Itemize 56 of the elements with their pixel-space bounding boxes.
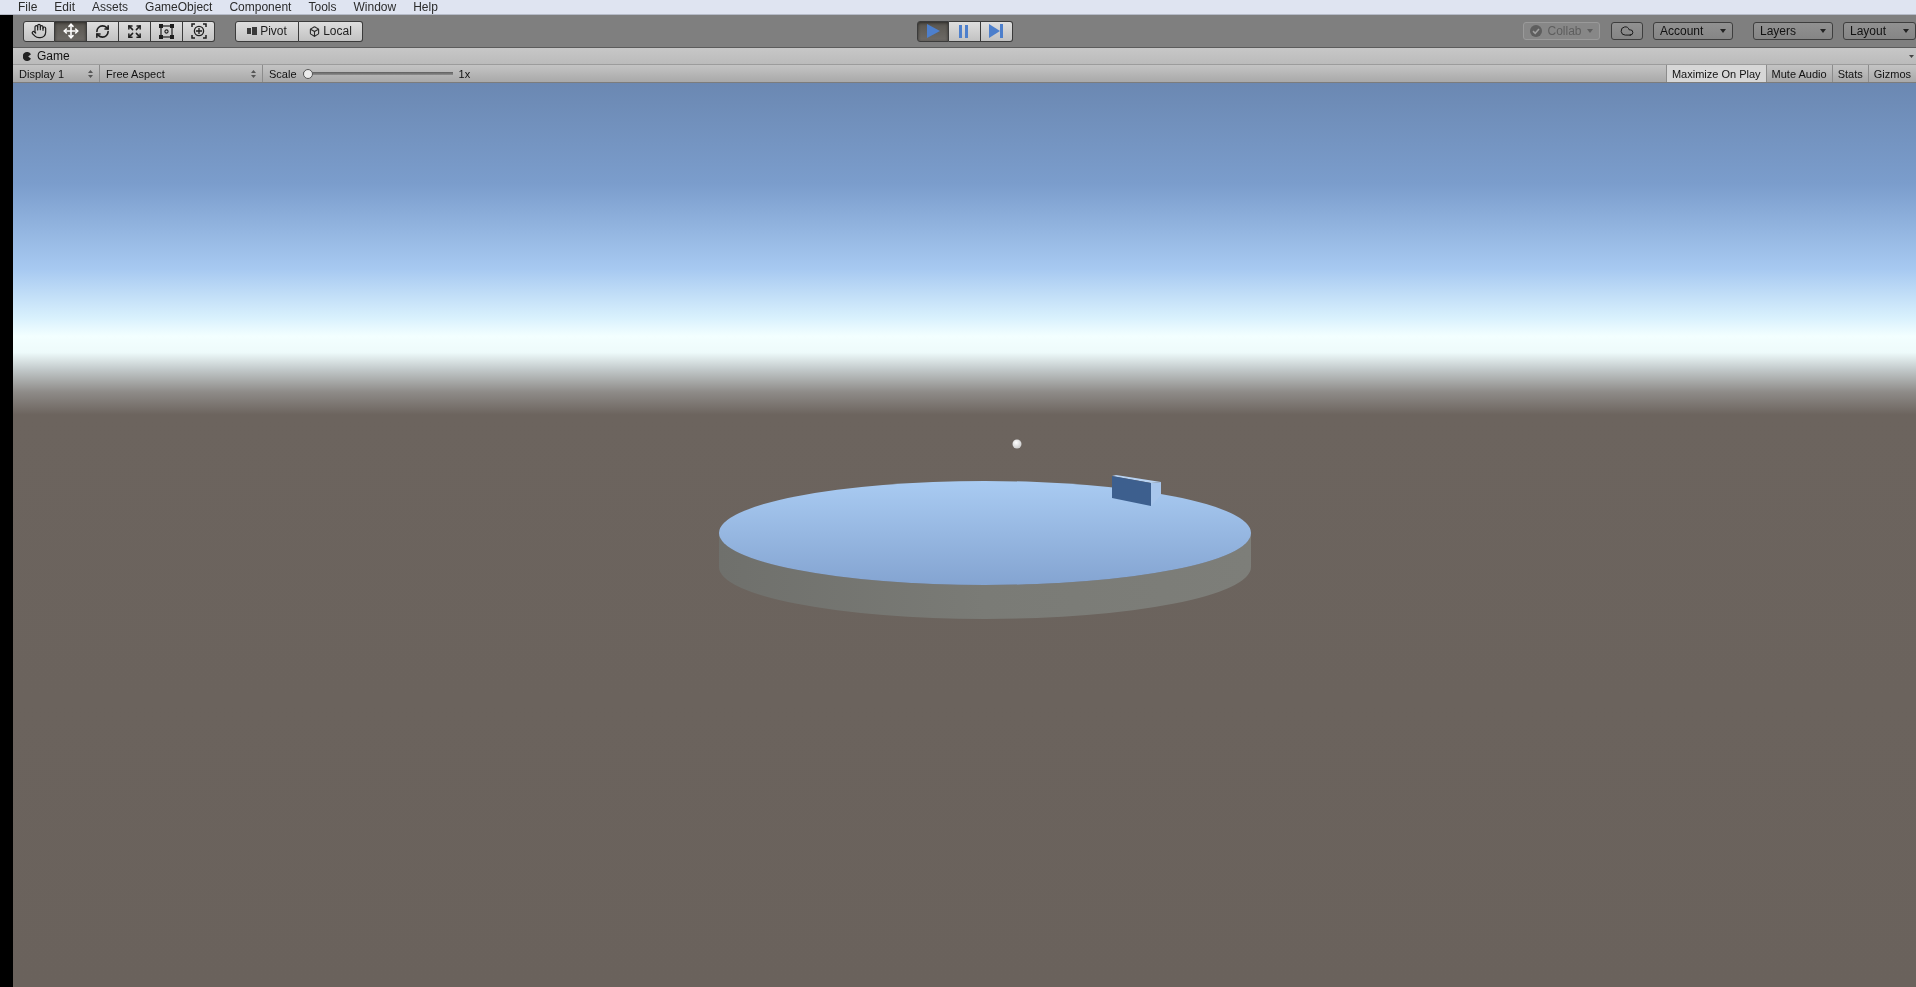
slider-thumb[interactable] xyxy=(302,68,313,79)
cloud-button[interactable] xyxy=(1611,22,1643,40)
pie-icon xyxy=(23,51,32,61)
pause-button[interactable] xyxy=(948,20,981,42)
play-icon xyxy=(925,24,940,38)
toggle-button[interactable]: Maximize On Play xyxy=(1665,65,1766,82)
menu-dropdown[interactable]: Account xyxy=(1653,22,1733,40)
caret-icon xyxy=(1587,29,1593,33)
tool-button[interactable] xyxy=(23,20,55,42)
step-forward-icon xyxy=(988,24,1004,38)
toggle-button[interactable]: Stats xyxy=(1831,65,1868,82)
updown-arrows-icon xyxy=(251,69,256,78)
toggle-button[interactable]: Mute Audio xyxy=(1765,65,1832,82)
menu-item[interactable]: Window xyxy=(353,0,397,14)
rotate-arrows-icon xyxy=(95,23,110,39)
caret-icon xyxy=(1820,29,1826,33)
crosshair-circle-icon xyxy=(190,23,207,39)
tool-button[interactable] xyxy=(151,20,183,42)
display-dropdown[interactable]: Display 1 xyxy=(13,65,100,82)
tool-button[interactable] xyxy=(87,20,119,42)
handle-mode-button[interactable]: Local xyxy=(299,20,363,42)
hand-icon xyxy=(31,23,47,39)
menu-dropdown[interactable]: Layers xyxy=(1753,22,1833,40)
aspect-dropdown[interactable]: Free Aspect xyxy=(100,65,263,82)
pause-icon xyxy=(959,24,969,38)
caret-icon xyxy=(1720,29,1726,33)
menu-item[interactable]: Help xyxy=(413,0,438,14)
menu-item[interactable]: GameObject xyxy=(145,0,213,14)
rectangles-icon xyxy=(247,27,258,35)
tool-button[interactable] xyxy=(55,20,87,42)
check-circle-icon xyxy=(1530,25,1542,37)
cloud-icon xyxy=(1620,24,1634,38)
scale-reading: 1x xyxy=(458,67,471,80)
cube-icon xyxy=(309,25,321,37)
game-tab[interactable]: Game xyxy=(23,48,70,64)
tool-button[interactable] xyxy=(183,20,215,42)
scale-slider[interactable] xyxy=(302,68,453,79)
menu-item[interactable]: Assets xyxy=(92,0,129,14)
move-arrows-icon xyxy=(62,23,79,39)
menu-item[interactable]: File xyxy=(18,0,38,14)
caret-icon xyxy=(1903,29,1909,33)
caret-icon[interactable] xyxy=(1909,54,1914,58)
menu-item[interactable]: Edit xyxy=(54,0,76,14)
cube xyxy=(1112,475,1161,506)
sphere xyxy=(1012,439,1022,449)
menu-item[interactable]: Tools xyxy=(308,0,337,14)
step-button[interactable] xyxy=(980,20,1013,42)
expand-arrows-icon xyxy=(127,23,142,39)
menu-dropdown[interactable]: Layout xyxy=(1843,22,1916,40)
tool-button[interactable] xyxy=(119,20,151,42)
updown-arrows-icon xyxy=(88,69,93,78)
scale-label: Scale xyxy=(269,67,297,80)
rect-handles-icon xyxy=(159,23,174,39)
handle-mode-button[interactable]: Pivot xyxy=(235,20,299,42)
menu-item[interactable]: Component xyxy=(229,0,292,14)
toggle-button[interactable]: Gizmos xyxy=(1867,65,1916,82)
